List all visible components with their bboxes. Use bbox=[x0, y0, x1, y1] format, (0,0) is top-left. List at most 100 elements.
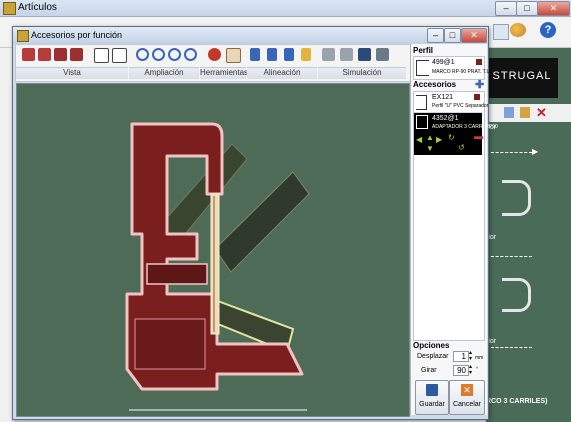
toolbar-group-vista: Vista bbox=[16, 67, 128, 79]
girar-input[interactable]: 90 bbox=[453, 365, 469, 376]
dialog-icon bbox=[17, 30, 29, 42]
profile-preview-shape bbox=[502, 180, 531, 216]
save-icon bbox=[426, 384, 438, 396]
accesorios-label: Accesorios bbox=[413, 80, 457, 89]
accesorios-list: EX121 Perfil "U" PVC Separador 4352@1 AD… bbox=[413, 91, 498, 341]
edit-icon[interactable] bbox=[520, 107, 530, 118]
accessory-item-selected[interactable]: 4352@1 ADAPTADOR 3 CARR. RP90 ▬ ◀ ▲ ▶ ↻ … bbox=[414, 113, 498, 155]
dialog-minimize-button[interactable]: – bbox=[427, 28, 444, 43]
view-back-icon[interactable] bbox=[70, 48, 83, 61]
help-icon[interactable]: ? bbox=[540, 22, 556, 38]
dialog-titlebar: Accesorios por función – □ ✕ bbox=[13, 27, 488, 44]
simulate-profile-icon[interactable] bbox=[358, 48, 371, 61]
profile-inner-slot bbox=[146, 263, 208, 285]
accessory-desc: Perfil "U" PVC Separador bbox=[432, 103, 489, 109]
girar-unit: º bbox=[476, 366, 478, 372]
dialog-close-button[interactable]: ✕ bbox=[461, 28, 487, 43]
desplazar-input[interactable]: 1 bbox=[453, 351, 469, 362]
palette-icon[interactable] bbox=[510, 23, 526, 37]
profile-lower-block bbox=[134, 318, 206, 370]
simulate-paint-icon[interactable] bbox=[376, 48, 389, 61]
desplazar-spinner-icon[interactable]: ▴ ▾ bbox=[469, 350, 472, 362]
brand-logo: STRUGAL bbox=[486, 58, 558, 98]
desplazar-label: Desplazar bbox=[417, 353, 449, 360]
u-profile-icon bbox=[416, 95, 427, 110]
remove-accessory-icon[interactable]: ▬ bbox=[474, 131, 483, 141]
guide-line bbox=[486, 347, 532, 348]
main-bottom-text: RCO 3 CARRILES) bbox=[486, 398, 548, 405]
toolbar-group-ampliacion: Ampliación bbox=[129, 67, 199, 79]
view-left-icon[interactable] bbox=[38, 48, 51, 61]
simulate-section-icon[interactable] bbox=[322, 48, 335, 61]
app-icon bbox=[3, 2, 16, 15]
align-right-icon[interactable] bbox=[284, 48, 294, 61]
delete-icon[interactable]: ✕ bbox=[536, 105, 547, 121]
view-front-icon[interactable] bbox=[22, 48, 35, 61]
align-tool-icon[interactable] bbox=[301, 48, 311, 61]
save-label: Guardar bbox=[419, 401, 445, 408]
profile-upright bbox=[210, 193, 220, 335]
accessory-desc: ADAPTADOR 3 CARR. RP90 bbox=[432, 124, 498, 130]
main-titlebar: Artículos – □ ✕ bbox=[0, 0, 571, 17]
arrow-right-icon: ▶ bbox=[532, 147, 539, 156]
adapter-thumbnail-icon bbox=[416, 115, 428, 129]
perfil-card[interactable]: 499@1 MARCO RP-90 PRAT. T.U bbox=[413, 56, 490, 80]
perfil-code: 499@1 bbox=[432, 59, 455, 66]
dialog-toolbar: Vista Ampliación Herramientas Alineación… bbox=[15, 44, 411, 82]
dialog-toolbar-icon[interactable] bbox=[493, 24, 509, 40]
save-button[interactable]: Guardar bbox=[415, 380, 449, 415]
main-left-strip bbox=[0, 48, 12, 422]
add-accessory-icon[interactable]: ✚ bbox=[475, 78, 484, 91]
girar-spinner-icon[interactable]: ▴ ▾ bbox=[469, 364, 472, 376]
view-box-icon[interactable] bbox=[112, 48, 127, 63]
toolbar-group-alineacion: Alineación bbox=[247, 67, 317, 79]
accessory-item[interactable]: EX121 Perfil "U" PVC Separador bbox=[414, 92, 488, 113]
arrow-left-icon[interactable]: ◀ bbox=[416, 135, 422, 144]
color-swatch[interactable] bbox=[474, 94, 480, 100]
align-center-icon[interactable] bbox=[267, 48, 277, 61]
dialog-maximize-button[interactable]: □ bbox=[444, 28, 461, 43]
3d-viewport[interactable] bbox=[16, 83, 410, 417]
desplazar-unit: mm bbox=[475, 355, 484, 361]
perfil-desc: MARCO RP-90 PRAT. T.U bbox=[432, 69, 491, 75]
minimize-button[interactable]: – bbox=[495, 1, 517, 16]
arrow-up-icon[interactable]: ▲ bbox=[426, 133, 434, 142]
zoom-window-icon[interactable] bbox=[184, 48, 197, 61]
rotate-ccw-icon[interactable]: ↺ bbox=[458, 143, 465, 152]
guide-line bbox=[486, 152, 532, 153]
profile-thumbnail-icon bbox=[416, 60, 429, 76]
pan-hand-icon[interactable] bbox=[226, 48, 241, 63]
view-right-icon[interactable] bbox=[54, 48, 67, 61]
accessory-code: 4352@1 bbox=[432, 115, 459, 122]
copy-icon[interactable] bbox=[504, 107, 514, 118]
girar-label: Girar bbox=[421, 367, 437, 374]
accessory-blade-upper bbox=[214, 171, 310, 273]
cancel-button[interactable]: ✕ Cancelar bbox=[449, 380, 485, 415]
maximize-button[interactable]: □ bbox=[516, 1, 538, 16]
guide-line bbox=[486, 256, 532, 257]
main-edit-icons: ✕ bbox=[486, 104, 571, 122]
profile-3d-render bbox=[125, 122, 310, 411]
color-swatch[interactable] bbox=[476, 59, 482, 65]
cancel-label: Cancelar bbox=[452, 401, 481, 408]
cancel-icon: ✕ bbox=[461, 384, 473, 396]
align-left-icon[interactable] bbox=[250, 48, 260, 61]
simulate-assembly-icon[interactable] bbox=[340, 48, 353, 61]
view-3d-icon[interactable] bbox=[94, 48, 109, 63]
profile-preview-shape bbox=[502, 278, 531, 312]
dialog-title: Accesorios por función bbox=[31, 30, 123, 40]
rotate-icon[interactable]: ↻ bbox=[448, 133, 455, 142]
arrow-down-icon[interactable]: ▼ bbox=[426, 144, 434, 153]
accessory-slide bbox=[156, 143, 248, 245]
properties-panel: Perfil 499@1 MARCO RP-90 PRAT. T.U Acces… bbox=[410, 44, 498, 415]
opciones-label: Opciones bbox=[413, 341, 450, 350]
toolbar-group-simulacion: Simulación bbox=[318, 67, 406, 79]
accessories-dialog: Accesorios por función – □ ✕ Vista Ampli… bbox=[12, 26, 498, 420]
zoom-in-icon[interactable] bbox=[136, 48, 149, 61]
close-button[interactable]: ✕ bbox=[537, 1, 570, 16]
zoom-out-icon[interactable] bbox=[152, 48, 165, 61]
arrow-right-icon[interactable]: ▶ bbox=[436, 135, 442, 144]
zoom-fit-icon[interactable] bbox=[168, 48, 181, 61]
toolbar-group-herramientas: Herramientas bbox=[200, 67, 249, 79]
move-icon[interactable] bbox=[208, 48, 221, 61]
